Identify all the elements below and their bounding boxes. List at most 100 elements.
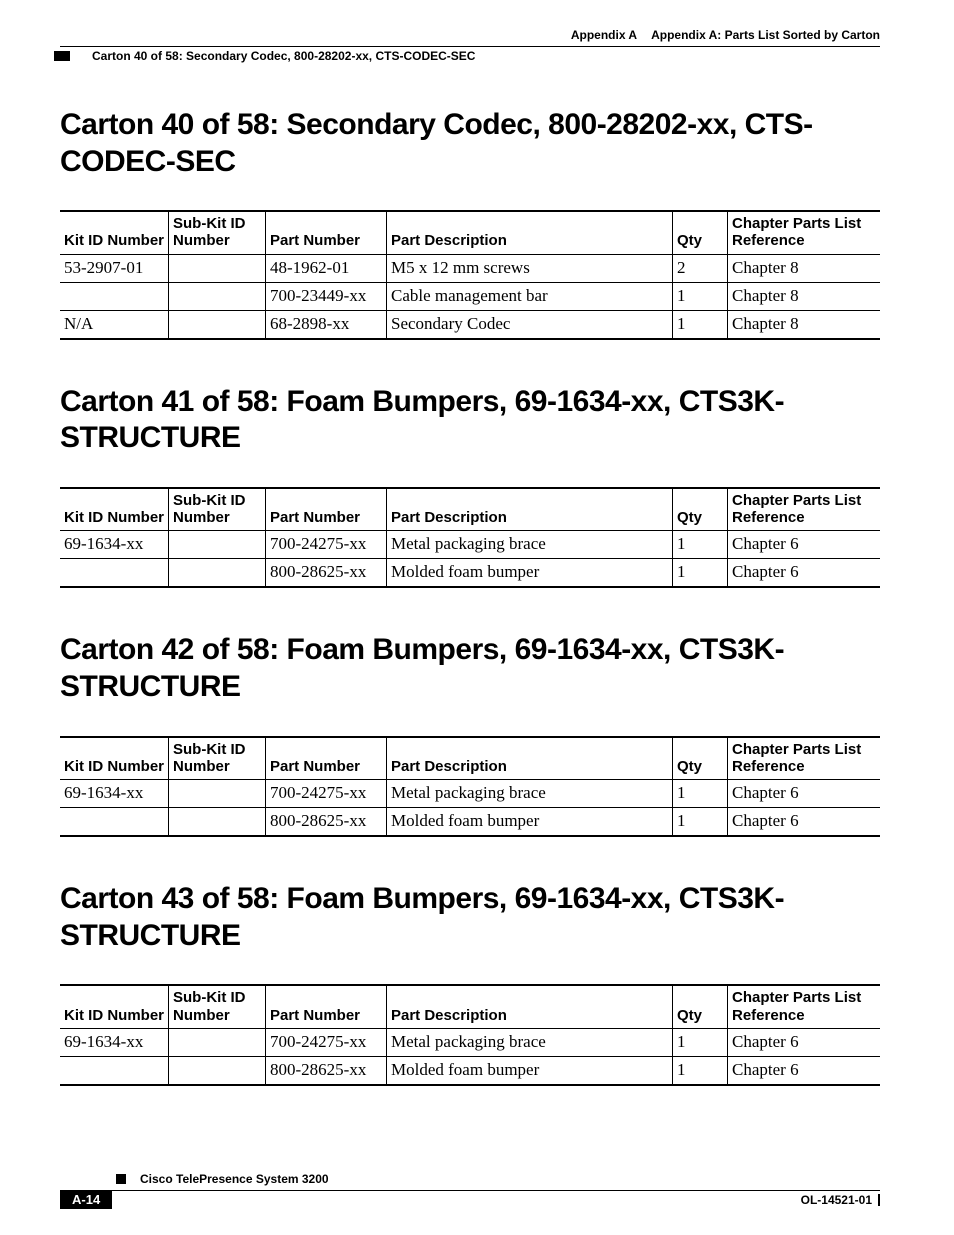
cell-kit: 69-1634-xx xyxy=(60,531,169,559)
header-rule xyxy=(60,46,880,47)
cell-pn: 48-1962-01 xyxy=(266,254,387,282)
section-heading: Carton 40 of 58: Secondary Codec, 800-28… xyxy=(60,107,880,180)
footer-marker-icon xyxy=(116,1174,126,1184)
cell-kit xyxy=(60,1056,169,1085)
section-heading: Carton 43 of 58: Foam Bumpers, 69-1634-x… xyxy=(60,881,880,954)
cell-sub xyxy=(169,282,266,310)
cell-qty: 1 xyxy=(673,1056,728,1085)
table-row: 69-1634-xx700-24275-xxMetal packaging br… xyxy=(60,780,880,808)
cell-desc: Molded foam bumper xyxy=(387,808,673,837)
cell-pn: 700-23449-xx xyxy=(266,282,387,310)
column-header: Part Number xyxy=(266,737,387,780)
column-header: Part Number xyxy=(266,211,387,254)
table-row: 800-28625-xxMolded foam bumper1Chapter 6 xyxy=(60,808,880,837)
table-row: 53-2907-0148-1962-01M5 x 12 mm screws2Ch… xyxy=(60,254,880,282)
section-heading: Carton 42 of 58: Foam Bumpers, 69-1634-x… xyxy=(60,632,880,705)
column-header: Sub-Kit ID Number xyxy=(169,737,266,780)
cell-sub xyxy=(169,808,266,837)
appendix-title: Appendix A: Parts List Sorted by Carton xyxy=(651,28,880,42)
parts-section: Carton 43 of 58: Foam Bumpers, 69-1634-x… xyxy=(60,881,880,1086)
cell-ref: Chapter 6 xyxy=(728,531,881,559)
cell-pn: 700-24275-xx xyxy=(266,1028,387,1056)
column-header: Sub-Kit ID Number xyxy=(169,211,266,254)
page-footer: Cisco TelePresence System 3200 A-14 OL-1… xyxy=(60,1172,880,1209)
column-header: Part Description xyxy=(387,211,673,254)
cell-ref: Chapter 6 xyxy=(728,808,881,837)
cell-ref: Chapter 8 xyxy=(728,282,881,310)
cell-qty: 1 xyxy=(673,559,728,588)
column-header: Sub-Kit ID Number xyxy=(169,488,266,531)
cell-desc: Metal packaging brace xyxy=(387,531,673,559)
column-header: Part Number xyxy=(266,488,387,531)
doc-id: OL-14521-01 xyxy=(801,1193,872,1207)
cell-pn: 800-28625-xx xyxy=(266,1056,387,1085)
cell-kit xyxy=(60,559,169,588)
cell-qty: 1 xyxy=(673,310,728,339)
cell-ref: Chapter 6 xyxy=(728,1028,881,1056)
parts-table: Kit ID NumberSub-Kit ID NumberPart Numbe… xyxy=(60,984,880,1086)
column-header: Qty xyxy=(673,737,728,780)
cell-ref: Chapter 6 xyxy=(728,780,881,808)
column-header: Kit ID Number xyxy=(60,488,169,531)
parts-section: Carton 41 of 58: Foam Bumpers, 69-1634-x… xyxy=(60,384,880,589)
column-header: Part Description xyxy=(387,985,673,1028)
column-header: Chapter Parts List Reference xyxy=(728,737,881,780)
cell-kit: 69-1634-xx xyxy=(60,1028,169,1056)
breadcrumb: Carton 40 of 58: Secondary Codec, 800-28… xyxy=(54,49,880,63)
cell-kit: 69-1634-xx xyxy=(60,780,169,808)
table-row: 800-28625-xxMolded foam bumper1Chapter 6 xyxy=(60,559,880,588)
section-heading: Carton 41 of 58: Foam Bumpers, 69-1634-x… xyxy=(60,384,880,457)
column-header: Qty xyxy=(673,488,728,531)
cell-desc: Secondary Codec xyxy=(387,310,673,339)
cell-desc: Cable management bar xyxy=(387,282,673,310)
cell-ref: Chapter 6 xyxy=(728,559,881,588)
doc-tick-icon xyxy=(878,1194,880,1206)
book-title: Cisco TelePresence System 3200 xyxy=(140,1172,329,1186)
cell-sub xyxy=(169,310,266,339)
cell-sub xyxy=(169,254,266,282)
column-header: Part Number xyxy=(266,985,387,1028)
cell-pn: 68-2898-xx xyxy=(266,310,387,339)
column-header: Qty xyxy=(673,985,728,1028)
table-row: 69-1634-xx 700-24275-xxMetal packaging br… xyxy=(60,531,880,559)
page-number: A-14 xyxy=(60,1190,112,1209)
parts-section: Carton 42 of 58: Foam Bumpers, 69-1634-x… xyxy=(60,632,880,837)
column-header: Sub-Kit ID Number xyxy=(169,985,266,1028)
cell-kit xyxy=(60,282,169,310)
parts-table: Kit ID NumberSub-Kit ID NumberPart Numbe… xyxy=(60,210,880,340)
cell-desc: M5 x 12 mm screws xyxy=(387,254,673,282)
document-page: Appendix A Appendix A: Parts List Sorted… xyxy=(0,0,954,1235)
parts-table: Kit ID NumberSub-Kit ID NumberPart Numbe… xyxy=(60,487,880,589)
cell-qty: 1 xyxy=(673,282,728,310)
column-header: Qty xyxy=(673,211,728,254)
table-row: 700-23449-xxCable management bar1Chapter… xyxy=(60,282,880,310)
cell-sub xyxy=(169,1056,266,1085)
cell-qty: 1 xyxy=(673,1028,728,1056)
cell-pn: 700-24275-xx xyxy=(266,531,387,559)
column-header: Kit ID Number xyxy=(60,211,169,254)
cell-pn: 700-24275-xx xyxy=(266,780,387,808)
cell-ref: Chapter 8 xyxy=(728,254,881,282)
column-header: Part Description xyxy=(387,488,673,531)
header-line: Appendix A Appendix A: Parts List Sorted… xyxy=(60,28,880,42)
appendix-label: Appendix A xyxy=(571,28,637,42)
parts-section: Carton 40 of 58: Secondary Codec, 800-28… xyxy=(60,107,880,340)
column-header: Part Description xyxy=(387,737,673,780)
column-header: Chapter Parts List Reference xyxy=(728,985,881,1028)
parts-table: Kit ID NumberSub-Kit ID NumberPart Numbe… xyxy=(60,736,880,838)
table-row: 800-28625-xxMolded foam bumper1Chapter 6 xyxy=(60,1056,880,1085)
breadcrumb-text: Carton 40 of 58: Secondary Codec, 800-28… xyxy=(92,49,475,63)
section-marker-icon xyxy=(54,51,70,61)
cell-pn: 800-28625-xx xyxy=(266,559,387,588)
cell-qty: 1 xyxy=(673,808,728,837)
cell-desc: Molded foam bumper xyxy=(387,559,673,588)
table-row: 69-1634-xx700-24275-xxMetal packaging br… xyxy=(60,1028,880,1056)
table-row: N/A68-2898-xxSecondary Codec1Chapter 8 xyxy=(60,310,880,339)
cell-qty: 1 xyxy=(673,531,728,559)
column-header: Chapter Parts List Reference xyxy=(728,211,881,254)
cell-kit: 53-2907-01 xyxy=(60,254,169,282)
cell-pn: 800-28625-xx xyxy=(266,808,387,837)
cell-ref: Chapter 6 xyxy=(728,1056,881,1085)
cell-qty: 1 xyxy=(673,780,728,808)
column-header: Kit ID Number xyxy=(60,737,169,780)
